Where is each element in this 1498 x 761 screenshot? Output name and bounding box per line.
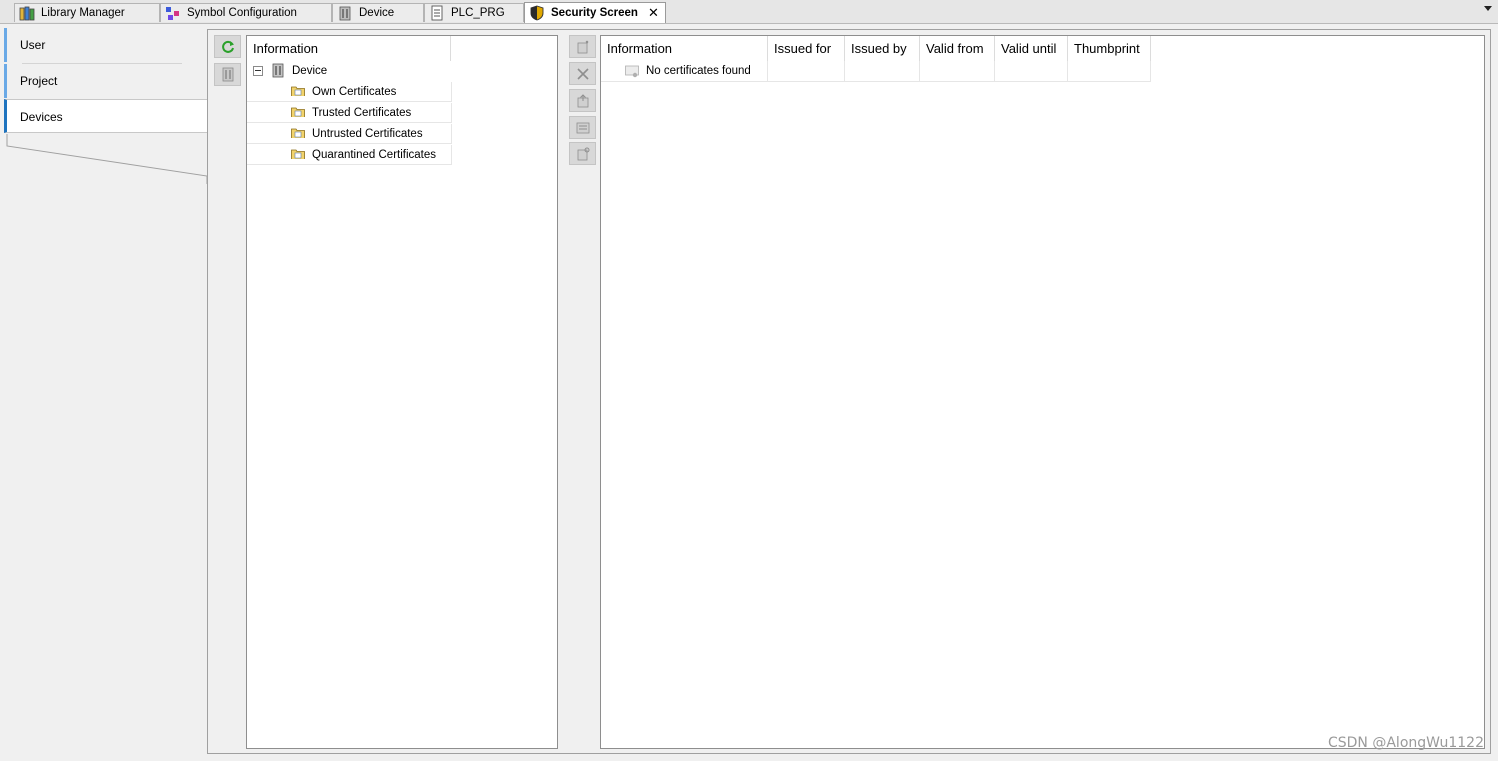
column-header-thumbprint[interactable]: Thumbprint [1068, 36, 1151, 61]
tab-symbol-configuration[interactable]: Symbol Configuration [160, 3, 332, 22]
column-header-valid-until[interactable]: Valid until [995, 36, 1068, 61]
column-header-information[interactable]: Information [601, 36, 768, 61]
sidebar-item-label: Project [20, 74, 58, 88]
security-category-tabs: User Project Devices [4, 28, 210, 756]
delete-certificate-button[interactable] [569, 62, 596, 85]
column-header-issued-by[interactable]: Issued by [845, 36, 920, 61]
certificate-add-icon [577, 40, 588, 53]
generate-certificate-button[interactable] [569, 142, 596, 165]
tree-node-own-certificates[interactable]: Own Certificates [247, 82, 452, 102]
install-certificate-button[interactable] [569, 35, 596, 58]
tab-security-screen[interactable]: Security Screen ✕ [524, 2, 666, 23]
column-header-issued-for[interactable]: Issued for [768, 36, 845, 61]
tree-node-quarantined-certificates[interactable]: Quarantined Certificates [247, 145, 452, 165]
tree-column-header[interactable]: Information [247, 36, 451, 61]
certificate-generate-icon [577, 147, 589, 160]
tab-label: PLC_PRG [451, 7, 505, 19]
certificate-store-tree: Information Device Own Certificates Trus… [246, 35, 558, 749]
shield-icon [529, 5, 545, 21]
tab-label: Security Screen [551, 7, 638, 19]
sidebar-item-label: User [20, 38, 46, 52]
delete-icon [576, 67, 589, 80]
tab-device[interactable]: Device [332, 3, 424, 22]
tab-library-manager[interactable]: Library Manager [14, 3, 160, 22]
sidebar-item-user[interactable]: User [4, 28, 204, 62]
refresh-button[interactable] [214, 35, 241, 58]
column-header-valid-from[interactable]: Valid from [920, 36, 995, 61]
tab-label: Device [359, 7, 395, 19]
device-certificate-button[interactable] [214, 63, 241, 86]
certificate-details-button[interactable] [569, 116, 596, 139]
tree-node-label: Trusted Certificates [312, 107, 412, 119]
collapse-toggle-icon[interactable] [253, 66, 263, 76]
refresh-icon [221, 40, 234, 53]
close-icon[interactable]: ✕ [648, 5, 659, 21]
certificate-list: Information Issued for Issued by Valid f… [600, 35, 1485, 749]
device-certificate-icon [222, 67, 233, 82]
security-content-area: Information Device Own Certificates Trus… [207, 29, 1491, 754]
tree-node-label: Quarantined Certificates [312, 149, 437, 161]
tab-label: Library Manager [41, 7, 125, 19]
sidebar-item-label: Devices [20, 110, 63, 124]
tree-node-label: Untrusted Certificates [312, 128, 423, 140]
document-icon [429, 5, 445, 21]
export-certificate-button[interactable] [569, 89, 596, 112]
certificate-folder-icon [291, 107, 305, 117]
watermark: CSDN @AlongWu1122 [1327, 735, 1484, 751]
library-icon [19, 5, 35, 21]
tab-plc-prg[interactable]: PLC_PRG [424, 3, 524, 22]
export-icon [577, 93, 588, 107]
empty-message: No certificates found [646, 65, 751, 77]
device-icon [337, 5, 353, 21]
tree-node-untrusted-certificates[interactable]: Untrusted Certificates [247, 124, 452, 144]
tab-list-dropdown-icon[interactable] [1484, 6, 1492, 11]
details-icon [576, 122, 589, 133]
certificate-icon [625, 65, 639, 78]
tree-node-label: Own Certificates [312, 86, 397, 98]
sidebar-item-project[interactable]: Project [4, 64, 204, 98]
tree-node-label: Device [292, 65, 328, 77]
certificate-folder-icon [291, 86, 305, 96]
tab-slant-decoration [6, 134, 208, 184]
symbol-config-icon [165, 5, 181, 21]
tree-node-device[interactable]: Device [247, 61, 451, 81]
table-row[interactable]: No certificates found [601, 61, 1151, 82]
tree-node-trusted-certificates[interactable]: Trusted Certificates [247, 103, 452, 123]
sidebar-item-devices[interactable]: Devices [4, 99, 210, 133]
document-tab-bar: Library Manager Symbol Configuration Dev… [0, 0, 1498, 24]
certificate-folder-icon [291, 128, 305, 138]
tab-label: Symbol Configuration [187, 7, 297, 19]
device-icon [272, 63, 284, 78]
certificate-folder-icon [291, 149, 305, 159]
